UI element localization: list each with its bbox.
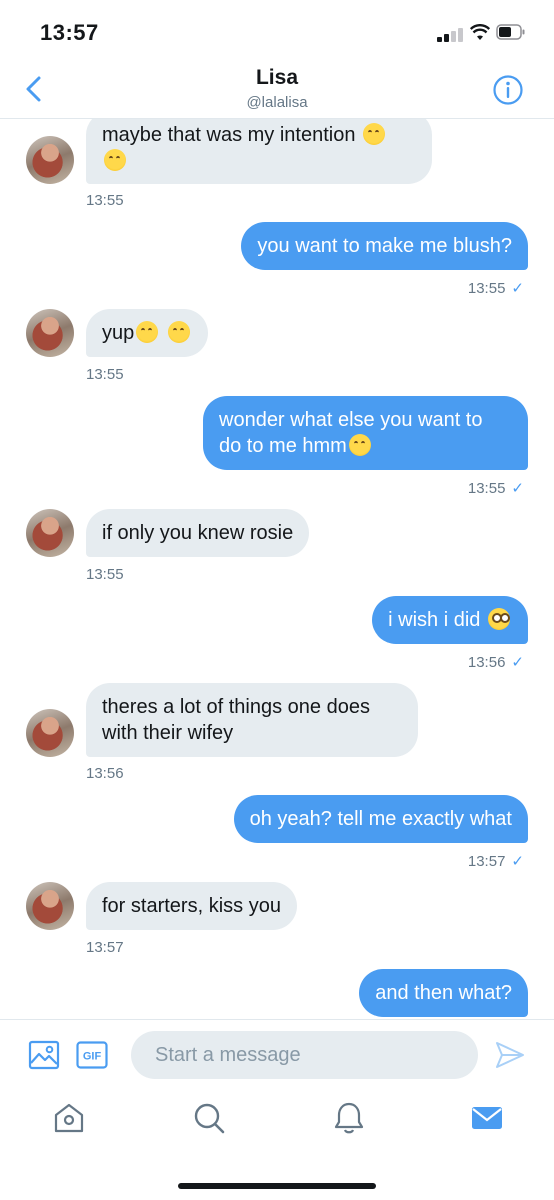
battery-icon [496, 24, 525, 40]
check-icon: ✓ [511, 654, 524, 671]
home-icon[interactable] [52, 1101, 86, 1135]
message-time: 13:55 [86, 192, 124, 209]
message-text: wonder what else you want to [219, 409, 483, 431]
bell-icon[interactable] [332, 1101, 366, 1135]
search-icon[interactable] [192, 1101, 226, 1135]
message-text: and then what? [375, 982, 512, 1004]
message-list[interactable]: maybe that was my intention 13:55 you wa… [0, 119, 554, 1019]
message-time: 13:57 ✓ [467, 853, 524, 870]
message-text: yup [102, 322, 135, 344]
avatar[interactable] [26, 136, 74, 184]
wifi-icon [470, 24, 490, 40]
check-icon: ✓ [511, 853, 524, 870]
avatar[interactable] [26, 309, 74, 357]
message-text: if only you knew rosie [102, 522, 294, 544]
kissing-face-icon [167, 321, 190, 343]
contact-handle: @lalalisa [246, 94, 308, 111]
message-text: you want to make me blush? [257, 235, 512, 257]
avatar[interactable] [26, 882, 74, 930]
message-text: for starters, kiss you [102, 895, 281, 917]
message-time: 13:55 [86, 566, 124, 583]
home-indicator [178, 1183, 376, 1189]
message-input[interactable] [131, 1031, 478, 1079]
kissing-face-icon [104, 149, 126, 171]
contact-name[interactable]: Lisa [0, 66, 554, 90]
conversation-header: Lisa @lalalisa [0, 62, 554, 119]
message-time: 13:55 ✓ [467, 480, 524, 497]
message-time: 13:56 ✓ [467, 654, 524, 671]
message-time: 13:57 [86, 939, 124, 956]
message-bubble[interactable]: and then what? [359, 969, 528, 1017]
message-text: maybe that was my intention [102, 124, 356, 146]
message-text: do to me hmm [219, 435, 347, 457]
message-text: i wish i did [388, 609, 481, 631]
gif-icon[interactable]: GIF [76, 1041, 108, 1069]
message-bubble[interactable]: theres a lot of things one does with the… [86, 683, 418, 757]
message-time: 13:55 [86, 366, 124, 383]
kissing-face-icon [363, 123, 386, 145]
message-time: 13:55 ✓ [467, 280, 524, 297]
message-bubble[interactable]: oh yeah? tell me exactly what [233, 795, 528, 843]
image-icon[interactable] [28, 1039, 60, 1071]
message-time: 13:56 [86, 765, 124, 782]
message-bubble[interactable]: wonder what else you want to do to me hm… [203, 396, 528, 470]
message-text: with their wifey [102, 722, 234, 744]
message-bubble[interactable]: you want to make me blush? [241, 222, 528, 270]
kissing-face-icon [136, 321, 159, 343]
signal-icon [437, 26, 465, 42]
flushed-face-icon [488, 608, 510, 630]
yum-face-icon [348, 434, 371, 456]
status-time: 13:57 [40, 20, 99, 45]
message-bubble[interactable]: i wish i did [372, 596, 528, 644]
message-text: theres a lot of things one does [102, 696, 370, 718]
send-icon[interactable] [494, 1039, 526, 1071]
avatar[interactable] [26, 509, 74, 557]
message-bubble[interactable]: if only you knew rosie [86, 509, 310, 557]
avatar[interactable] [26, 709, 74, 757]
check-icon: ✓ [511, 280, 524, 297]
message-bubble[interactable]: for starters, kiss you [86, 882, 297, 930]
status-bar: 13:57 [0, 0, 554, 62]
message-composer: GIF [0, 1019, 554, 1090]
check-icon: ✓ [511, 480, 524, 497]
message-bubble[interactable]: yup [86, 309, 208, 357]
message-bubble[interactable]: maybe that was my intention [86, 119, 432, 184]
info-icon[interactable] [492, 74, 524, 106]
gif-label: GIF [83, 1051, 102, 1063]
mail-icon[interactable] [470, 1101, 504, 1135]
message-text: oh yeah? tell me exactly what [249, 808, 512, 830]
